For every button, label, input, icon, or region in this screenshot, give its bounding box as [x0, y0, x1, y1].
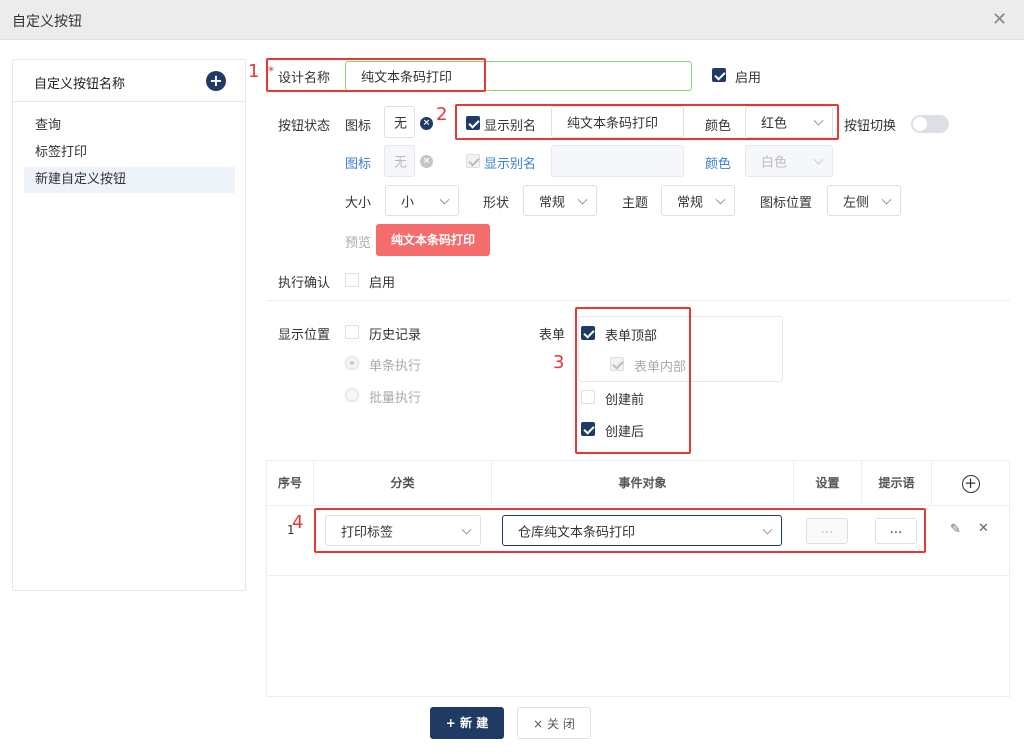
annotation-number-4: 4 — [292, 512, 304, 533]
annotation-box-2 — [455, 104, 839, 140]
confirm-checkbox[interactable] — [345, 273, 359, 287]
show-alias-label-2: 显示别名 — [484, 157, 537, 172]
display-position-label: 显示位置 — [278, 328, 331, 343]
button-list-header: 自定义按钮名称 + — [13, 60, 245, 102]
form-label: 表单 — [539, 328, 566, 343]
preview-label: 预览 — [345, 236, 372, 251]
icon-label-2: 图标 — [345, 157, 372, 172]
col-header-add: + — [932, 461, 1009, 505]
clear-icon[interactable]: × — [420, 117, 433, 130]
history-checkbox[interactable] — [345, 325, 359, 339]
dialog-title: 自定义按钮 — [12, 14, 82, 30]
single-exec-radio[interactable] — [345, 356, 359, 370]
enable-label: 启用 — [735, 71, 762, 86]
size-label: 大小 — [345, 196, 372, 211]
annotation-box-4 — [314, 508, 926, 553]
color-select-2[interactable]: 白色 — [745, 145, 833, 177]
history-label: 历史记录 — [369, 328, 422, 343]
sidebar-item-new-button[interactable]: 新建自定义按钮 — [24, 167, 235, 193]
button-toggle-switch[interactable] — [911, 115, 949, 133]
add-row-icon[interactable]: + — [961, 474, 980, 493]
confirm-option-label: 启用 — [369, 276, 396, 291]
close-icon[interactable]: ✕ — [992, 9, 1007, 30]
button-state-label: 按钮状态 — [278, 119, 331, 134]
col-header-category: 分类 — [314, 461, 492, 505]
add-button-icon[interactable]: + — [206, 71, 226, 91]
toggle-label: 按钮切换 — [844, 119, 897, 134]
icon-picker[interactable]: 无 — [384, 106, 415, 138]
size-select[interactable]: 小 — [385, 185, 459, 216]
show-alias-checkbox-2[interactable] — [466, 154, 480, 168]
edit-icon[interactable]: ✎ — [950, 522, 961, 537]
dialog-titlebar: 自定义按钮 ✕ — [0, 0, 1024, 40]
icon-position-label: 图标位置 — [760, 196, 813, 211]
icon-label: 图标 — [345, 119, 372, 134]
delete-icon[interactable]: ✕ — [978, 521, 989, 536]
shape-select[interactable]: 常规 — [523, 185, 597, 216]
batch-exec-label: 批量执行 — [369, 391, 422, 406]
alias-input-2[interactable] — [551, 145, 684, 177]
col-header-settings: 设置 — [794, 461, 862, 505]
batch-exec-radio[interactable] — [345, 388, 359, 402]
clear-icon-2[interactable]: × — [420, 155, 433, 168]
col-header-index: 序号 — [267, 461, 314, 505]
sidebar-item-query[interactable]: 查询 — [24, 113, 235, 139]
color-label-2: 颜色 — [705, 157, 732, 172]
annotation-number-3: 3 — [553, 352, 565, 373]
icon-picker-2[interactable]: 无 — [384, 145, 415, 177]
annotation-box-3 — [575, 307, 691, 454]
button-list-panel: 自定义按钮名称 + 查询 标签打印 新建自定义按钮 — [12, 59, 246, 591]
single-exec-label: 单条执行 — [369, 359, 422, 374]
theme-select[interactable]: 常规 — [661, 185, 735, 216]
annotation-number-1: 1 — [248, 61, 260, 82]
sidebar-item-label-print[interactable]: 标签打印 — [24, 140, 235, 166]
col-header-event-object: 事件对象 — [492, 461, 794, 505]
preview-button: 纯文本条码打印 — [376, 224, 490, 256]
confirm-label: 执行确认 — [278, 276, 331, 291]
close-button[interactable]: × 关 闭 — [517, 707, 591, 739]
enable-checkbox[interactable] — [712, 68, 726, 82]
event-table: 序号 分类 事件对象 设置 提示语 + — [266, 460, 1010, 697]
divider — [266, 300, 1010, 301]
col-header-hint: 提示语 — [862, 461, 932, 505]
new-button[interactable]: + 新 建 — [430, 707, 504, 739]
annotation-number-2: 2 — [436, 104, 448, 125]
shape-label: 形状 — [483, 196, 510, 211]
annotation-box-1 — [266, 58, 486, 92]
theme-label: 主题 — [622, 196, 649, 211]
icon-position-select[interactable]: 左侧 — [827, 185, 901, 216]
button-list-title: 自定义按钮名称 — [34, 77, 126, 92]
